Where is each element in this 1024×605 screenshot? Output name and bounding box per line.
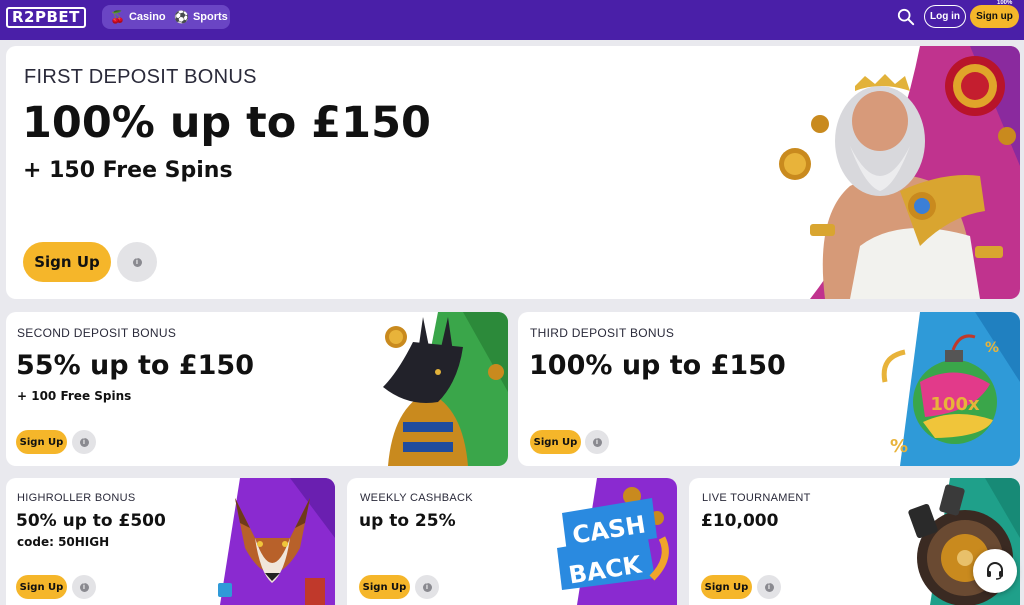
live-tournament-card: LIVE TOURNAMENT £10,000 Sign Up i [689,478,1020,605]
card-title: WEEKLY CASHBACK [360,492,473,504]
sign-up-button[interactable]: Sign Up [701,575,752,599]
brand-logo[interactable]: R2PBET [6,7,86,28]
card-title: LIVE TOURNAMENT [702,492,811,504]
info-icon: i [422,582,432,592]
hero-info-button[interactable]: i [117,242,157,282]
promo-code: code: 50HIGH [17,535,110,549]
first-deposit-bonus-card: FIRST DEPOSIT BONUS 100% up to £150 + 15… [6,46,1020,299]
nav-sports-label: Sports [192,11,228,23]
zeus-illustration [779,46,1020,299]
hero-free-spins: + 150 Free Spins [23,158,233,183]
hero-title: FIRST DEPOSIT BONUS [24,66,257,88]
bomb-multiplier-label: 100x [930,394,980,415]
sign-up-button[interactable]: Sign Up [530,430,581,454]
sign-up-button[interactable]: Sign Up [16,575,67,599]
info-icon: i [79,437,89,447]
card-title: HIGHROLLER BONUS [17,492,136,504]
svg-text:%: % [985,340,999,356]
info-icon: i [132,257,142,267]
card-free-spins: + 100 Free Spins [17,389,132,403]
info-button[interactable]: i [415,575,439,599]
card-amount: £10,000 [701,511,779,531]
info-icon: i [764,582,774,592]
info-icon: i [79,582,89,592]
product-switcher: 🍒 Casino ⚽ Sports [102,5,230,29]
weekly-cashback-card: WEEKLY CASHBACK up to 25% Sign Up i CASH… [347,478,677,605]
top-navigation-bar: R2PBET 🍒 Casino ⚽ Sports Log in Sign up … [0,0,1024,40]
cashback-illustration: CASH BACK [557,478,677,605]
nav-casino-label: Casino [128,11,166,23]
nav-sports[interactable]: ⚽ Sports [174,5,228,29]
card-amount: up to 25% [359,511,456,531]
sign-up-button[interactable]: Sign Up [359,575,410,599]
signup-button[interactable]: Sign up [970,5,1019,28]
info-button[interactable]: i [757,575,781,599]
second-deposit-bonus-card: SECOND DEPOSIT BONUS 55% up to £150 + 10… [6,312,508,466]
wolf-illustration [218,478,335,605]
nav-casino[interactable]: 🍒 Casino [110,5,166,29]
card-title: SECOND DEPOSIT BONUS [17,326,177,340]
hero-sign-up-button[interactable]: Sign Up [23,242,111,282]
sign-up-button[interactable]: Sign Up [16,430,67,454]
svg-text:%: % [890,436,908,457]
card-amount: 55% up to £150 [16,350,254,381]
search-icon[interactable] [897,8,915,26]
anubis-illustration [383,312,508,466]
third-deposit-bonus-card: THIRD DEPOSIT BONUS 100% up to £150 Sign… [518,312,1020,466]
card-title: THIRD DEPOSIT BONUS [530,326,675,340]
soccer-ball-icon: ⚽ [174,10,189,24]
card-amount: 50% up to £500 [16,511,166,531]
headset-icon [987,562,1003,580]
info-button[interactable]: i [585,430,609,454]
signup-badge: 100% [997,0,1013,6]
highroller-bonus-card: HIGHROLLER BONUS 50% up to £500 code: 50… [6,478,335,605]
login-button[interactable]: Log in [924,5,966,28]
info-icon: i [592,437,602,447]
hero-amount: 100% up to £150 [22,98,431,148]
card-amount: 100% up to £150 [529,350,786,381]
info-button[interactable]: i [72,430,96,454]
cherries-icon: 🍒 [110,10,125,24]
multiplier-bomb-illustration: 100x % % [881,312,1020,466]
info-button[interactable]: i [72,575,96,599]
live-support-button[interactable] [973,549,1017,593]
